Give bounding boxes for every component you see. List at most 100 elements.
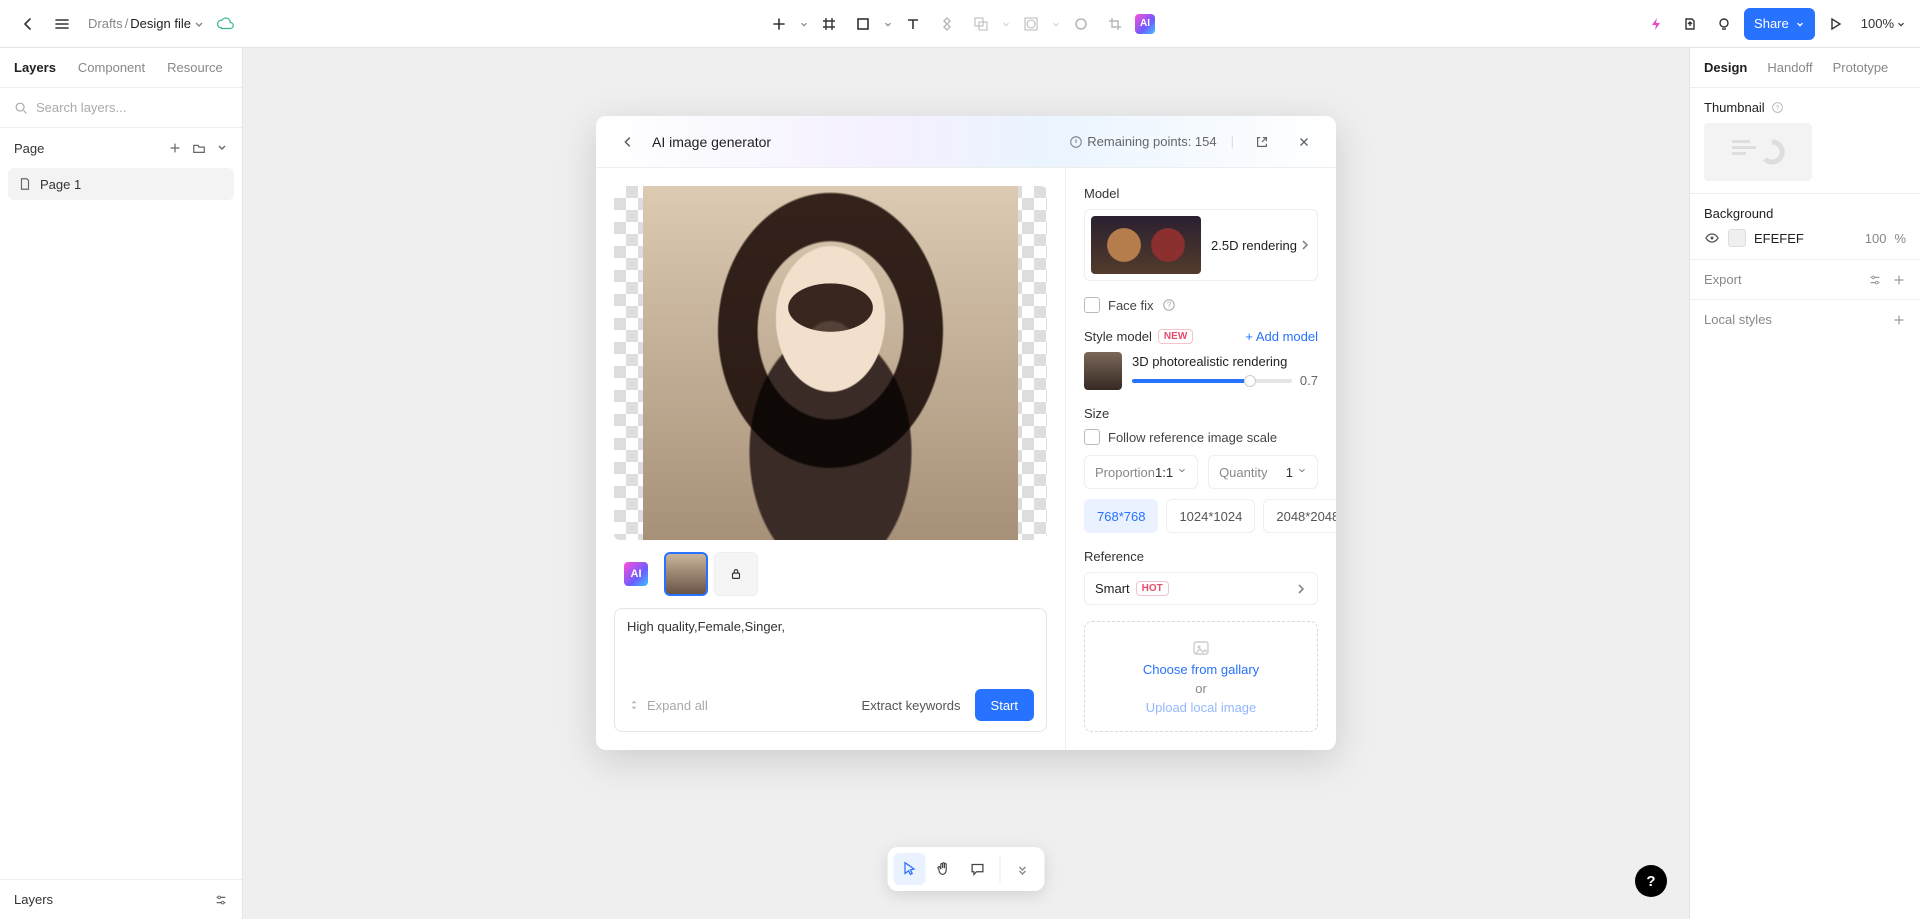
choose-gallery-link[interactable]: Choose from gallary [1143, 662, 1259, 677]
rectangle-icon[interactable] [849, 10, 877, 38]
settings-icon[interactable] [1868, 273, 1882, 287]
bolt-icon[interactable] [1642, 10, 1670, 38]
quantity-select[interactable]: Quantity1 [1208, 455, 1318, 489]
close-icon[interactable] [1290, 128, 1318, 156]
size-chip-2048[interactable]: 2048*2048 [1263, 499, 1336, 533]
mask-icon[interactable] [1017, 10, 1045, 38]
canvas[interactable]: AI image generator Remaining points: 154… [243, 48, 1689, 919]
proportion-select[interactable]: Proportion1:1 [1084, 455, 1198, 489]
chevron-down-icon [1001, 19, 1011, 29]
ai-logo-icon[interactable]: AI [1135, 14, 1155, 34]
bg-opacity[interactable]: 100 [1865, 231, 1887, 246]
bg-swatch[interactable] [1728, 229, 1746, 247]
expand-all[interactable]: Expand all [627, 698, 708, 713]
reference-selector[interactable]: SmartHOT [1084, 572, 1318, 605]
crop-icon[interactable] [1101, 10, 1129, 38]
share-label: Share [1754, 16, 1789, 31]
back-icon[interactable] [614, 128, 642, 156]
bulb-icon[interactable] [1710, 10, 1738, 38]
play-icon[interactable] [1821, 10, 1849, 38]
settings-icon[interactable] [214, 893, 228, 907]
hand-tool[interactable] [928, 853, 960, 885]
text-icon[interactable] [899, 10, 927, 38]
thumbnail-preview[interactable] [1704, 123, 1812, 181]
pointer-tool[interactable] [894, 853, 926, 885]
search-input[interactable] [36, 100, 228, 115]
tab-prototype[interactable]: Prototype [1833, 60, 1889, 75]
quantity-value: 1 [1286, 465, 1293, 480]
reference-value: Smart [1095, 581, 1130, 596]
locked-variant-thumb[interactable] [714, 552, 758, 596]
tab-resource[interactable]: Resource [167, 60, 223, 75]
zoom-value: 100% [1861, 16, 1894, 31]
model-label: Model [1084, 186, 1318, 201]
frame-icon[interactable] [815, 10, 843, 38]
export-block: Export [1690, 260, 1920, 300]
chevron-right-icon [1299, 239, 1311, 251]
layer-search[interactable] [0, 88, 242, 128]
extract-keywords[interactable]: Extract keywords [856, 698, 967, 713]
export-icon[interactable] [1676, 10, 1704, 38]
upload-local-link[interactable]: Upload local image [1146, 700, 1257, 715]
top-toolbar: Drafts / Design file AI Share 100% [0, 0, 1920, 48]
help-icon[interactable]: ? [1162, 298, 1176, 312]
face-fix-toggle[interactable]: Face fix ? [1084, 297, 1318, 313]
prompt-input[interactable] [627, 619, 1034, 659]
reference-dropzone[interactable]: Choose from gallary or Upload local imag… [1084, 621, 1318, 732]
start-button[interactable]: Start [975, 689, 1034, 721]
size-chip-1024[interactable]: 1024*1024 [1166, 499, 1255, 533]
ai-variant-thumb[interactable]: AI [614, 552, 658, 596]
style-slider[interactable] [1132, 379, 1292, 383]
eye-icon[interactable] [1704, 230, 1720, 246]
circle-icon[interactable] [1067, 10, 1095, 38]
tab-layers[interactable]: Layers [14, 60, 56, 75]
image-variant-thumb[interactable] [664, 552, 708, 596]
size-chip-768[interactable]: 768*768 [1084, 499, 1158, 533]
zoom-control[interactable]: 100% [1861, 16, 1906, 31]
cloud-sync-icon[interactable] [211, 10, 239, 38]
style-model-row[interactable]: 3D photorealistic rendering 0.7 [1084, 352, 1318, 390]
breadcrumb[interactable]: Drafts / Design file [88, 16, 205, 31]
style-name: 3D photorealistic rendering [1132, 354, 1318, 369]
menu-icon[interactable] [48, 10, 76, 38]
folder-icon[interactable] [192, 141, 206, 155]
comment-tool[interactable] [962, 853, 994, 885]
style-label: Style model [1084, 329, 1152, 344]
remaining-points: Remaining points: 154 [1069, 134, 1216, 149]
page-item[interactable]: Page 1 [8, 168, 234, 200]
follow-scale-toggle[interactable]: Follow reference image scale [1084, 429, 1318, 445]
back-icon[interactable] [14, 10, 42, 38]
breadcrumb-root: Drafts [88, 16, 123, 31]
chevron-down-icon[interactable] [1007, 853, 1039, 885]
proportion-label: Proportion [1095, 465, 1155, 480]
model-selector[interactable]: 2.5D rendering [1084, 209, 1318, 281]
preview-image[interactable] [614, 186, 1047, 540]
bg-hex[interactable]: EFEFEF [1754, 231, 1857, 246]
popout-icon[interactable] [1248, 128, 1276, 156]
chevron-down-icon[interactable] [216, 141, 228, 155]
plus-icon[interactable] [168, 141, 182, 155]
chevron-down-icon[interactable] [799, 19, 809, 29]
add-model-link[interactable]: + Add model [1245, 329, 1318, 344]
thumbnail-label: Thumbnail [1704, 100, 1765, 115]
layers-section-head: Layers [0, 879, 242, 919]
help-icon[interactable]: ? [1771, 101, 1784, 114]
plus-icon[interactable] [1892, 273, 1906, 287]
boolean-icon[interactable] [967, 10, 995, 38]
tab-design[interactable]: Design [1704, 60, 1747, 75]
help-fab[interactable]: ? [1635, 865, 1667, 897]
chevron-down-icon[interactable] [883, 19, 893, 29]
checkbox-icon [1084, 297, 1100, 313]
tab-handoff[interactable]: Handoff [1767, 60, 1812, 75]
share-button[interactable]: Share [1744, 8, 1815, 40]
component-icon[interactable] [933, 10, 961, 38]
size-label: Size [1084, 406, 1318, 421]
layers-label: Layers [14, 892, 53, 907]
local-styles-label: Local styles [1704, 312, 1772, 327]
tab-component[interactable]: Component [78, 60, 145, 75]
follow-scale-label: Follow reference image scale [1108, 430, 1277, 445]
plus-icon[interactable] [765, 10, 793, 38]
plus-icon[interactable] [1892, 313, 1906, 327]
chevron-right-icon [1295, 583, 1307, 595]
proportion-value: 1:1 [1155, 465, 1173, 480]
